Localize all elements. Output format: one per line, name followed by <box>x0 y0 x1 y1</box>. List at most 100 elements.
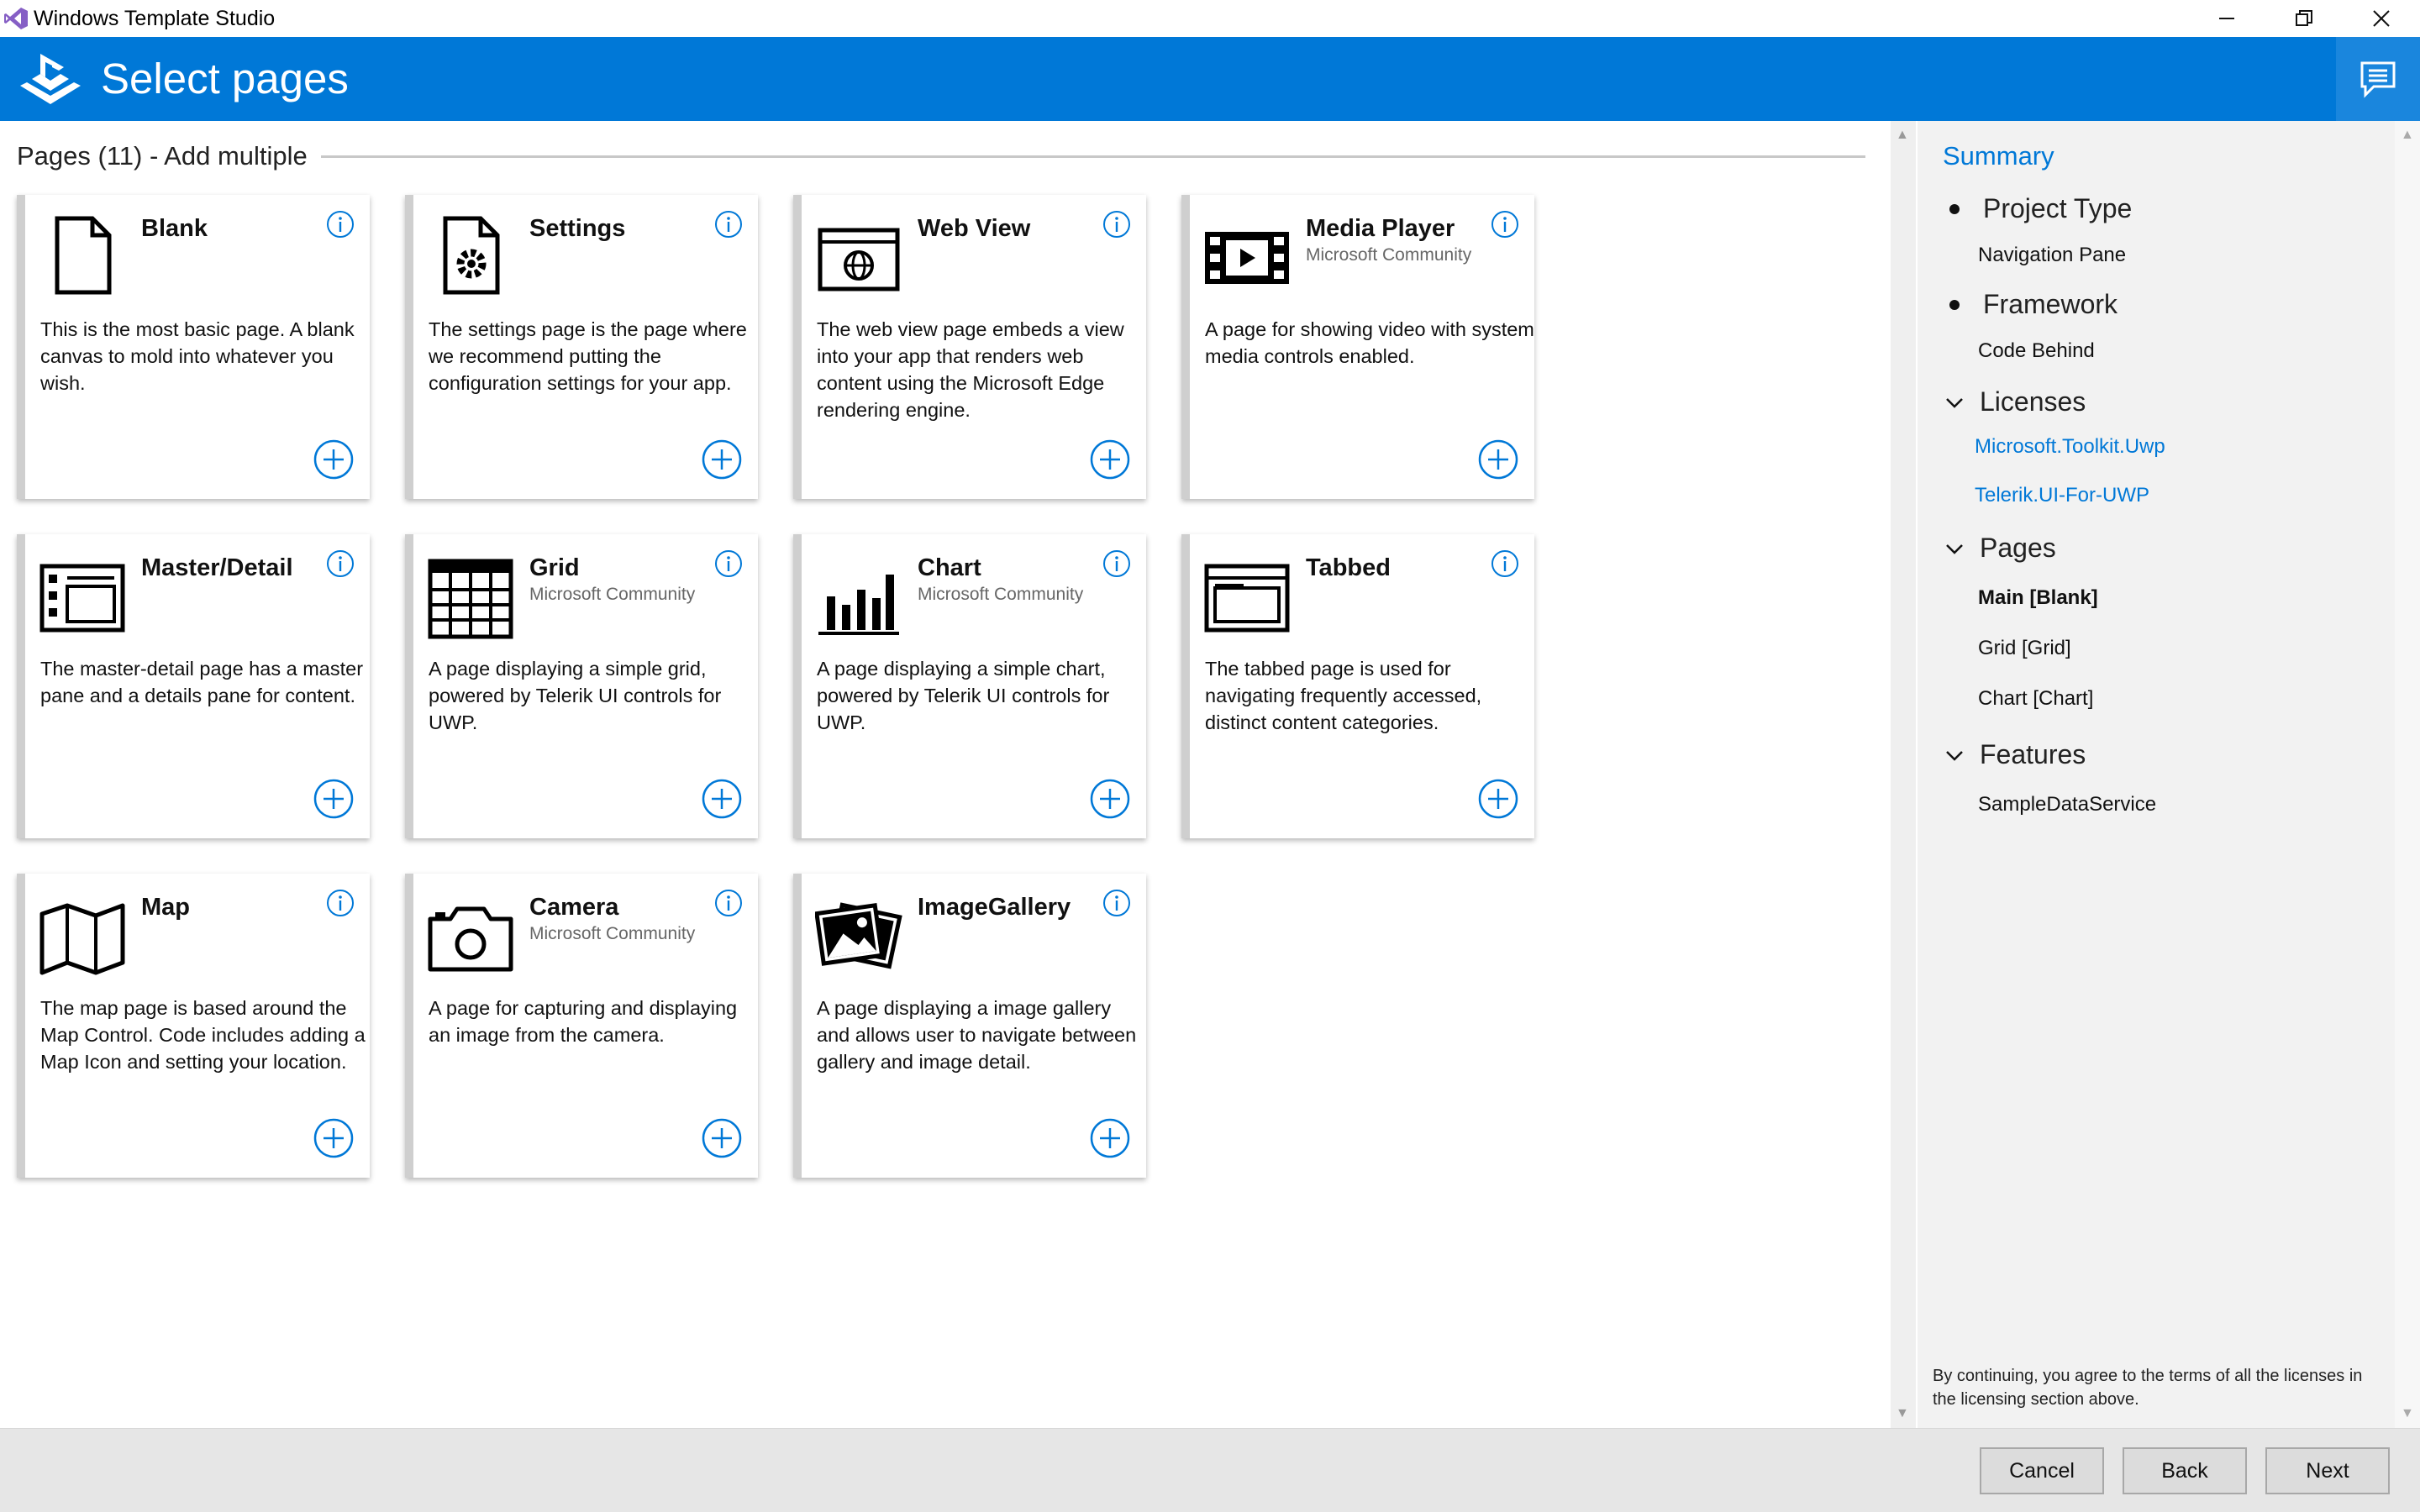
add-page-button[interactable] <box>1477 778 1519 820</box>
section-label: Pages (11) - Add multiple <box>17 141 308 171</box>
page-card-master-detail[interactable]: Master/Detail The master-detail page has… <box>17 534 370 838</box>
page-card-camera[interactable]: Camera Microsoft Community A page for ca… <box>405 874 758 1178</box>
summary-pages-toggle[interactable]: Pages <box>1944 533 2056 564</box>
feedback-button[interactable] <box>2336 37 2420 121</box>
settings-page-icon <box>443 216 500 295</box>
card-description: The map page is based around the Map Con… <box>40 997 366 1073</box>
card-author: Microsoft Community <box>529 924 696 943</box>
page-card-media-player[interactable]: Media Player Microsoft Community A page … <box>1181 195 1534 499</box>
add-page-button[interactable] <box>313 778 355 820</box>
folded-map-icon <box>39 903 125 975</box>
scroll-up-icon[interactable]: ▲ <box>2401 128 2414 143</box>
card-description: A page displaying a simple chart, powere… <box>817 658 1110 733</box>
summary-title: Summary <box>1943 141 2054 171</box>
summary-panel: Summary Project Type Navigation Pane Fra… <box>1918 121 2395 1428</box>
add-page-button[interactable] <box>313 438 355 480</box>
summary-heading: Pages <box>1980 533 2056 563</box>
card-title: Web View <box>918 215 1031 242</box>
blank-page-icon <box>55 216 112 295</box>
card-description: The tabbed page is used for navigating f… <box>1205 658 1482 733</box>
scroll-down-icon[interactable]: ▼ <box>2401 1406 2414 1421</box>
card-description: This is the most basic page. A blank can… <box>40 318 355 394</box>
card-description: A page displaying a simple grid, powered… <box>429 658 722 733</box>
add-page-button[interactable] <box>701 438 743 480</box>
wizard-footer: Cancel Back Next <box>0 1428 2420 1512</box>
summary-feature-item[interactable]: SampleDataService <box>1978 793 2156 816</box>
minimize-button[interactable] <box>2188 0 2265 37</box>
page-card-blank[interactable]: Blank This is the most basic page. A bla… <box>17 195 370 499</box>
info-icon[interactable] <box>326 889 355 917</box>
add-page-button[interactable] <box>701 778 743 820</box>
card-title: Blank <box>141 215 208 242</box>
add-page-button[interactable] <box>1477 438 1519 480</box>
page-card-image-gallery[interactable]: ImageGallery A page displaying a image g… <box>793 874 1146 1178</box>
title-bar: Windows Template Studio <box>0 0 2420 37</box>
web-view-icon <box>818 228 900 291</box>
next-button[interactable]: Next <box>2265 1447 2390 1494</box>
bar-chart-icon <box>818 575 899 635</box>
info-icon[interactable] <box>326 549 355 578</box>
scroll-up-icon[interactable]: ▲ <box>1896 128 1909 143</box>
add-page-button[interactable] <box>1089 1117 1131 1159</box>
film-strip-icon <box>1205 232 1289 284</box>
page-title: Select pages <box>101 55 349 102</box>
pages-scrollbar[interactable]: ▲ ▼ <box>1891 121 1916 1428</box>
page-card-settings[interactable]: Settings The settings page is the page w… <box>405 195 758 499</box>
card-title: Media Player <box>1306 215 1455 242</box>
summary-heading: Framework <box>1983 289 2118 319</box>
license-agreement-text: By continuing, you agree to the terms of… <box>1933 1367 2363 1409</box>
summary-features-toggle[interactable]: Features <box>1944 739 2086 770</box>
info-icon[interactable] <box>326 210 355 239</box>
card-title: Map <box>141 894 190 921</box>
info-icon[interactable] <box>1491 210 1519 239</box>
add-page-button[interactable] <box>1089 438 1131 480</box>
info-icon[interactable] <box>714 549 743 578</box>
template-studio-logo <box>20 54 81 104</box>
card-description: A page for showing video with system med… <box>1205 318 1534 367</box>
wizard-header: Select pages <box>0 37 2420 121</box>
photo-stack-icon <box>815 902 902 969</box>
chevron-down-icon <box>1946 750 1963 761</box>
page-card-tabbed[interactable]: Tabbed The tabbed page is used for navig… <box>1181 534 1534 838</box>
info-icon[interactable] <box>714 210 743 239</box>
back-button[interactable]: Back <box>2123 1447 2247 1494</box>
add-page-button[interactable] <box>313 1117 355 1159</box>
license-link[interactable]: Microsoft.Toolkit.Uwp <box>1975 435 2165 459</box>
info-icon[interactable] <box>1102 210 1131 239</box>
summary-heading: Project Type <box>1983 193 2133 223</box>
license-link[interactable]: Telerik.UI-For-UWP <box>1975 484 2149 507</box>
bullet-icon <box>1949 299 1960 310</box>
page-card-chart[interactable]: Chart Microsoft Community A page display… <box>793 534 1146 838</box>
add-page-button[interactable] <box>1089 778 1131 820</box>
page-card-grid[interactable]: Grid Microsoft Community A page displayi… <box>405 534 758 838</box>
summary-scrollbar[interactable]: ▲ ▼ <box>2395 121 2420 1428</box>
summary-heading: Licenses <box>1980 386 2086 417</box>
cancel-button[interactable]: Cancel <box>1980 1447 2104 1494</box>
summary-page-item[interactable]: Main [Blank] <box>1978 586 2098 610</box>
scroll-down-icon[interactable]: ▼ <box>1896 1406 1909 1421</box>
summary-licenses-toggle[interactable]: Licenses <box>1944 386 2086 417</box>
summary-page-item[interactable]: Grid [Grid] <box>1978 637 2071 660</box>
summary-page-item[interactable]: Chart [Chart] <box>1978 687 2093 711</box>
summary-framework: Framework <box>1944 289 2118 320</box>
section-divider <box>320 155 1865 158</box>
card-author: Microsoft Community <box>918 585 1084 604</box>
page-card-map[interactable]: Map The map page is based around the Map… <box>17 874 370 1178</box>
restore-button[interactable] <box>2265 0 2343 37</box>
framework-value: Code Behind <box>1978 339 2095 362</box>
add-page-button[interactable] <box>701 1117 743 1159</box>
close-button[interactable] <box>2343 0 2420 37</box>
info-icon[interactable] <box>1102 889 1131 917</box>
summary-heading: Features <box>1980 739 2086 769</box>
info-icon[interactable] <box>1102 549 1131 578</box>
summary-project-type: Project Type <box>1944 193 2132 224</box>
info-icon[interactable] <box>1491 549 1519 578</box>
page-card-web-view[interactable]: Web View The web view page embeds a view… <box>793 195 1146 499</box>
card-title: ImageGallery <box>918 894 1071 921</box>
card-description: The master-detail page has a master pane… <box>40 658 364 706</box>
info-icon[interactable] <box>714 889 743 917</box>
section-header: Pages (11) - Add multiple <box>17 141 1865 171</box>
card-title: Settings <box>529 215 626 242</box>
window-title: Windows Template Studio <box>34 6 276 30</box>
card-description: A page displaying a image gallery and al… <box>817 997 1137 1073</box>
